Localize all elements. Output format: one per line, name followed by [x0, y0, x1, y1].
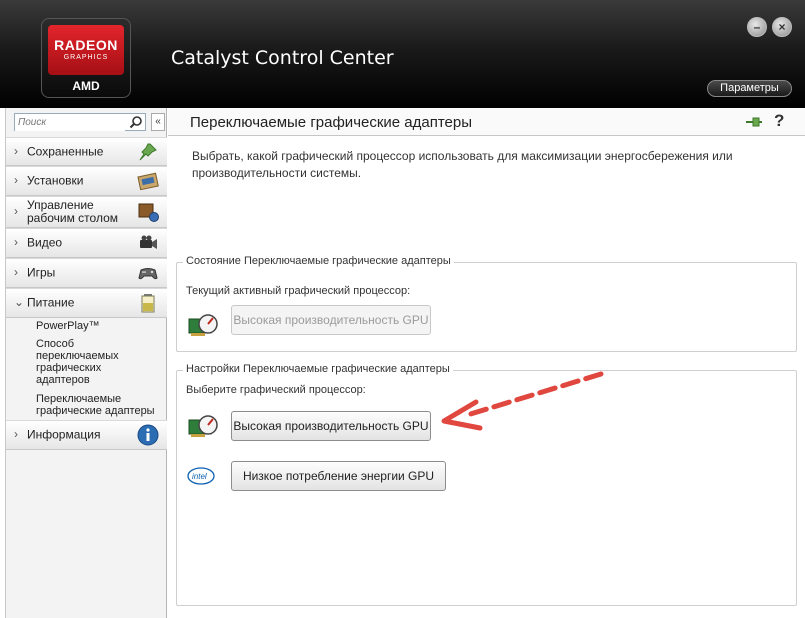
subitem-switchable-adapters[interactable]: Переключаемые графические адаптеры	[36, 393, 161, 417]
gpu-card-icon	[188, 314, 218, 336]
logo-badge: RADEON GRAPHICS	[48, 25, 124, 75]
sidebar: « › Сохраненные › Установки › Управление…	[5, 108, 167, 618]
chevron-right-icon: ›	[14, 265, 18, 279]
pin-page-icon[interactable]	[745, 115, 763, 129]
chevron-right-icon: ›	[14, 235, 18, 249]
main-panel: Переключаемые графические адаптеры ? Выб…	[168, 108, 805, 618]
high-performance-gpu-button[interactable]: Высокая производительность GPU	[231, 411, 431, 441]
logo-sub: GRAPHICS	[63, 54, 109, 61]
low-power-gpu-button[interactable]: Низкое потребление энергии GPU	[231, 461, 446, 491]
sidebar-item-video[interactable]: › Видео	[6, 228, 167, 258]
sidebar-item-label: Управление рабочим столом	[27, 198, 119, 225]
help-icon[interactable]: ?	[774, 111, 784, 131]
gamepad-icon	[138, 268, 158, 280]
radeon-logo: RADEON GRAPHICS AMD	[41, 18, 131, 98]
sidebar-item-label: Игры	[27, 265, 56, 280]
app-title: Catalyst Control Center	[171, 47, 394, 69]
page-description: Выбрать, какой графический процессор исп…	[192, 149, 733, 180]
sidebar-item-label: Информация	[27, 427, 101, 442]
sidebar-item-information[interactable]: › Информация	[6, 420, 167, 450]
annotation-arrow-icon	[441, 371, 604, 431]
sidebar-item-presets[interactable]: › Установки	[6, 166, 167, 196]
status-group-legend: Состояние Переключаемые графические адап…	[183, 255, 454, 267]
subitem-switchable-method[interactable]: Способ переключаемых графических адаптер…	[36, 338, 131, 386]
search-icon[interactable]	[129, 115, 143, 129]
settings-group-legend: Настройки Переключаемые графические адап…	[183, 363, 453, 375]
intel-logo-icon: intel	[187, 467, 215, 485]
chevron-right-icon: ›	[14, 427, 18, 441]
intel-logo-text: intel	[192, 472, 207, 481]
sidebar-item-games[interactable]: › Игры	[6, 258, 167, 288]
page-header: Переключаемые графические адаптеры ?	[168, 108, 805, 136]
close-button[interactable]: ×	[772, 17, 792, 37]
subitem-powerplay[interactable]: PowerPlay™	[36, 320, 100, 332]
search-field[interactable]	[14, 113, 146, 131]
pin-icon	[139, 143, 157, 160]
collapse-sidebar-button[interactable]: «	[151, 113, 165, 131]
sidebar-item-label: Сохраненные	[27, 144, 104, 158]
sidebar-item-saved[interactable]: › Сохраненные	[6, 137, 167, 166]
info-icon	[137, 424, 159, 446]
chevron-down-icon: ⌄	[14, 295, 25, 309]
logo-brand: RADEON	[54, 37, 118, 53]
parameters-button[interactable]: Параметры	[707, 80, 792, 97]
settings-icon	[137, 172, 159, 191]
title-bar: RADEON GRAPHICS AMD Catalyst Control Cen…	[0, 0, 805, 108]
page-title: Переключаемые графические адаптеры	[190, 114, 473, 131]
status-group: Состояние Переключаемые графические адап…	[176, 255, 797, 352]
sidebar-item-label: Видео	[27, 235, 63, 250]
sidebar-item-power[interactable]: ⌄ Питание	[6, 288, 167, 318]
sidebar-item-desktop-management[interactable]: › Управление рабочим столом	[6, 196, 167, 228]
search-input[interactable]	[15, 114, 125, 131]
battery-icon	[141, 294, 155, 313]
camera-icon	[140, 235, 157, 249]
chevron-right-icon: ›	[14, 173, 18, 187]
chevron-right-icon: ›	[14, 204, 18, 218]
current-gpu-label: Текущий активный графический процессор:	[186, 285, 411, 297]
logo-vendor: AMD	[72, 79, 100, 93]
sidebar-item-label: Питание	[27, 295, 75, 310]
desktop-icon	[138, 203, 159, 222]
select-gpu-label: Выберите графический процессор:	[186, 384, 366, 396]
current-gpu-value: Высокая производительность GPU	[231, 305, 431, 335]
chevron-right-icon: ›	[14, 143, 18, 158]
gpu-card-icon	[188, 415, 218, 437]
sidebar-item-label: Установки	[27, 173, 84, 188]
minimize-button[interactable]: –	[747, 17, 767, 37]
